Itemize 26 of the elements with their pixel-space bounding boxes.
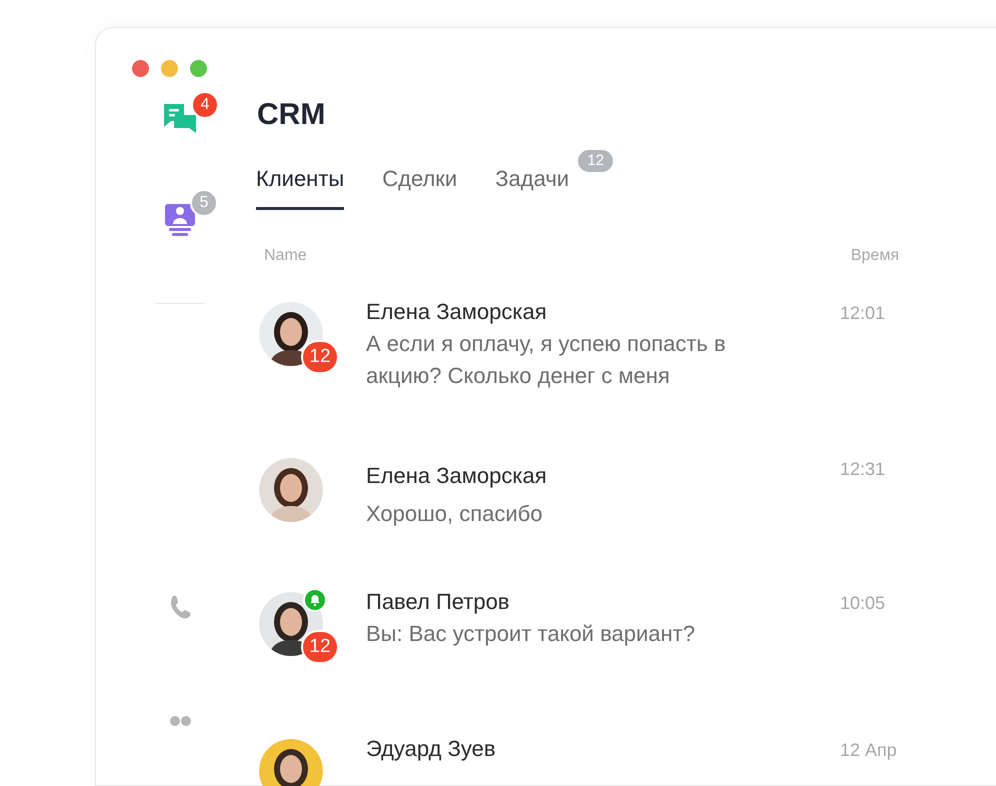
message-preview: А если я оплачу, я успею попасть в акцию? Сколько денег с меня xyxy=(366,330,727,390)
contact-name: Павел Петров xyxy=(366,588,510,616)
count-badge: 4 xyxy=(191,91,219,119)
count-badge: 12 xyxy=(576,148,616,174)
contact-name: Елена Заморская xyxy=(366,298,548,326)
count-badge: 5 xyxy=(190,189,218,217)
zoom-button[interactable] xyxy=(190,60,207,77)
tab[interactable]: Задачи xyxy=(495,162,570,210)
tab[interactable]: Клиенты xyxy=(256,162,344,210)
column-header: Время xyxy=(850,246,899,266)
unread-badge: 12 xyxy=(301,630,339,664)
message-time: 12:01 xyxy=(840,302,886,325)
tab[interactable]: Сделки xyxy=(382,162,458,210)
contact-name: Елена Заморская xyxy=(366,462,548,490)
minimize-button[interactable] xyxy=(161,60,178,77)
message-preview: Вы: Вас устроит такой вариант? xyxy=(366,620,696,648)
message-preview: Хорошо, спасибо xyxy=(366,500,544,528)
unread-badge: 12 xyxy=(301,340,339,374)
phone-icon[interactable] xyxy=(168,594,192,620)
message-time: 10:05 xyxy=(840,592,886,615)
window-title: CRM xyxy=(256,100,326,130)
message-time: 12 Апр xyxy=(840,739,897,762)
close-button[interactable] xyxy=(132,60,149,77)
message-time: 12:31 xyxy=(840,458,886,481)
column-header: Name xyxy=(263,246,307,266)
contact-name: Эдуард Зуев xyxy=(366,735,497,763)
